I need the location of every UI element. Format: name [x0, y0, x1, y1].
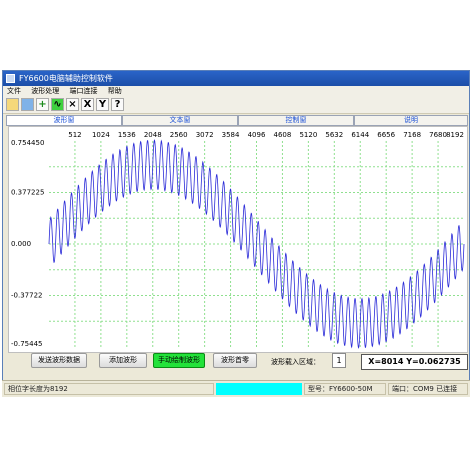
- x-tick-label: 512: [68, 131, 81, 139]
- window-title: FY6600电脑辅助控制软件: [19, 74, 113, 83]
- app-icon: [6, 74, 15, 83]
- y-tick-label: 0.377225: [11, 189, 44, 197]
- x-tick-label: 4096: [248, 131, 266, 139]
- x-button[interactable]: X: [81, 98, 94, 111]
- x-tick-label: 1024: [92, 131, 110, 139]
- x-tick-label: 5120: [299, 131, 317, 139]
- x-tick-label: 4608: [274, 131, 292, 139]
- menu-file[interactable]: 文件: [7, 87, 21, 95]
- status-progress: [216, 383, 302, 395]
- title-bar: FY6600电脑辅助控制软件: [3, 71, 469, 86]
- tab-text-window[interactable]: 文本窗: [122, 115, 238, 126]
- tab-control-window[interactable]: 控制窗: [238, 115, 354, 126]
- tab-description[interactable]: 说明: [354, 115, 468, 126]
- x-tick-label: 8192: [446, 131, 464, 139]
- help-button[interactable]: ?: [111, 98, 124, 111]
- x-tick-label: 6144: [351, 131, 369, 139]
- wave-icon[interactable]: ∿: [51, 98, 64, 111]
- y-tick-label: 0.000: [11, 240, 31, 248]
- region-label: 波形载入区域：: [271, 358, 320, 366]
- send-wave-button[interactable]: 发送波形数据: [31, 353, 87, 368]
- coordinate-readout: X=8014 Y=0.062735: [361, 354, 468, 370]
- y-tick-label: -0.37722: [11, 292, 42, 300]
- x-tick-label: 1536: [118, 131, 136, 139]
- x-tick-label: 6656: [377, 131, 395, 139]
- x-tick-label: 2048: [144, 131, 162, 139]
- wave-zero-button[interactable]: 波形首零: [213, 353, 257, 368]
- y-tick-label: 0.754450: [11, 139, 44, 147]
- menu-help[interactable]: 帮助: [108, 87, 122, 95]
- y-tick-label: -0.75445: [11, 340, 42, 348]
- waveform-chart[interactable]: 512 1024 1536 2048 2560 3072 3584 4096 4608 5120 5…: [8, 126, 468, 353]
- add-wave-button[interactable]: 添加波形: [99, 353, 147, 368]
- menu-port-connect[interactable]: 端口连接: [69, 87, 97, 95]
- x-tick-label: 5632: [325, 131, 343, 139]
- x-tick-label: 3072: [196, 131, 214, 139]
- waveform-plot[interactable]: 512 1024 1536 2048 2560 3072 3584 4096 4608 5120 5…: [9, 127, 467, 352]
- manual-draw-button[interactable]: 手动绘制波形: [153, 353, 205, 368]
- tab-strip: 波形窗 文本窗 控制窗 说明: [6, 115, 468, 126]
- app-window: FY6600电脑辅助控制软件 文件 波形处理 端口连接 帮助 + ∿ × X Y…: [2, 70, 470, 396]
- toolbar: + ∿ × X Y ?: [3, 97, 469, 114]
- menu-bar: 文件 波形处理 端口连接 帮助: [3, 86, 469, 97]
- x-tick-label: 2560: [170, 131, 188, 139]
- status-length: 相位字长度为8192: [4, 383, 214, 395]
- status-port: 端口：COM9 已连接: [388, 383, 468, 395]
- add-icon[interactable]: +: [36, 98, 49, 111]
- formula-icon[interactable]: ×: [66, 98, 79, 111]
- status-bar: 相位字长度为8192 型号：FY6600-50M 端口：COM9 已连接: [2, 380, 470, 397]
- x-tick-label: 7168: [403, 131, 421, 139]
- open-icon[interactable]: [6, 98, 19, 111]
- menu-wave-process[interactable]: 波形处理: [31, 87, 59, 95]
- x-tick-label: 7680: [429, 131, 447, 139]
- y-button[interactable]: Y: [96, 98, 109, 111]
- save-icon[interactable]: [21, 98, 34, 111]
- region-spinner[interactable]: 1: [332, 353, 346, 368]
- tab-wave-window[interactable]: 波形窗: [6, 115, 122, 126]
- status-model: 型号：FY6600-50M: [304, 383, 386, 395]
- x-tick-label: 3584: [222, 131, 240, 139]
